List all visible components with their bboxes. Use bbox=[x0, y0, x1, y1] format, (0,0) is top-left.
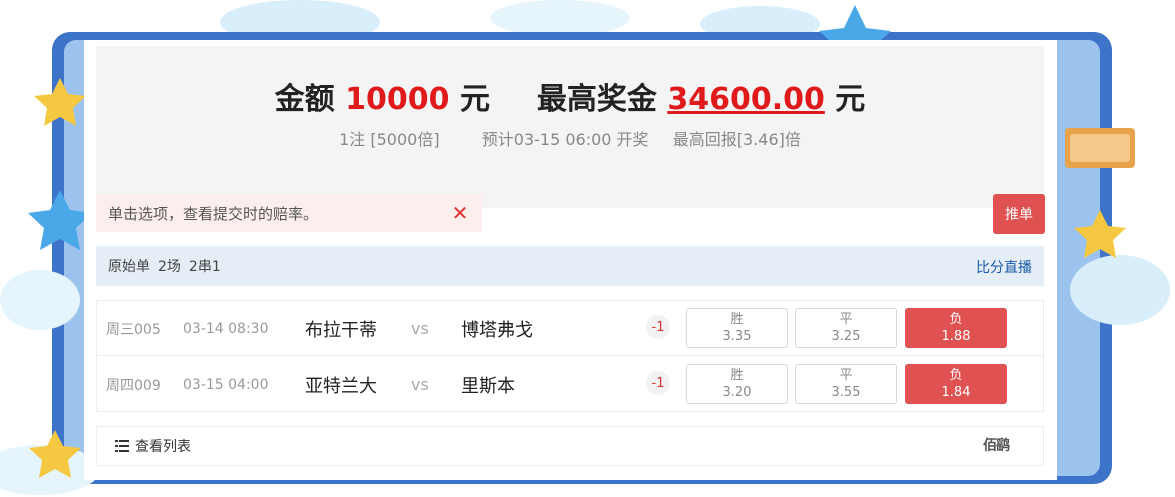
handicap-badge: -1 bbox=[646, 371, 670, 395]
odds-label: 负 bbox=[949, 312, 963, 327]
amount-label: 金额 bbox=[274, 82, 335, 117]
odds-draw-button[interactable]: 平 3.25 bbox=[795, 308, 897, 348]
handicap-badge: -1 bbox=[646, 315, 670, 339]
odds-draw-button[interactable]: 平 3.55 bbox=[795, 364, 897, 404]
max-return: 最高回报[3.46]倍 bbox=[672, 130, 801, 149]
plan-bar: 原始单 2场 2串1 比分直播 bbox=[96, 246, 1044, 286]
max-prize-unit: 元 bbox=[835, 82, 866, 117]
odds-label: 平 bbox=[839, 368, 853, 383]
vs-label: vs bbox=[411, 375, 429, 394]
view-list-link[interactable]: 查看列表 bbox=[135, 436, 191, 456]
odds-label: 平 bbox=[839, 312, 853, 327]
match-week-code: 周三005 bbox=[106, 321, 161, 338]
bet-details: 1注 [5000倍] 预计03-15 06:00 开奖 最高回报[3.46]倍 bbox=[96, 126, 1044, 150]
odds-tip-text: 单击选项，查看提交时的赔率。 bbox=[108, 204, 319, 223]
odds-label: 胜 bbox=[730, 312, 744, 327]
amount-line: 金额 10000 元 最高奖金 34600.00 元 bbox=[96, 74, 1044, 118]
amount-unit: 元 bbox=[459, 82, 490, 117]
odds-label: 胜 bbox=[730, 368, 744, 383]
bet-card: 金额 10000 元 最高奖金 34600.00 元 1注 [5000倍] 预计… bbox=[84, 40, 1057, 480]
table-row: 周三005 03-14 08:30 布拉干蒂 vs 博塔弗戈 -1 胜 3.35… bbox=[97, 301, 1043, 356]
plan-type: 原始单 bbox=[108, 259, 150, 275]
max-prize-value: 34600.00 bbox=[667, 82, 825, 117]
odds-value: 1.84 bbox=[941, 385, 971, 400]
odds-win-button[interactable]: 胜 3.20 bbox=[686, 364, 788, 404]
vs-label: vs bbox=[411, 319, 429, 338]
stamp-logo: 佰鹞 bbox=[983, 438, 1010, 454]
max-prize-label: 最高奖金 bbox=[536, 82, 657, 117]
odds-value: 3.25 bbox=[831, 329, 861, 344]
match-time: 03-14 08:30 bbox=[183, 320, 269, 337]
live-score-link[interactable]: 比分直播 bbox=[976, 257, 1032, 277]
close-icon[interactable]: ✕ bbox=[450, 203, 470, 223]
match-week-code: 周四009 bbox=[106, 377, 161, 394]
home-team: 布拉干蒂 bbox=[305, 319, 377, 341]
push-button[interactable]: 推单 bbox=[993, 194, 1045, 234]
plan-matches: 2场 bbox=[158, 259, 181, 275]
odds-tip: 单击选项，查看提交时的赔率。 ✕ bbox=[96, 194, 482, 232]
odds-value: 3.35 bbox=[722, 329, 752, 344]
odds-value: 3.20 bbox=[722, 385, 752, 400]
odds-lose-button[interactable]: 负 1.88 bbox=[905, 308, 1007, 348]
table-row: 周四009 03-15 04:00 亚特兰大 vs 里斯本 -1 胜 3.20 … bbox=[97, 357, 1043, 412]
bet-count: 1注 [5000倍] bbox=[339, 130, 440, 149]
match-time: 03-15 04:00 bbox=[183, 376, 269, 393]
match-table: 周三005 03-14 08:30 布拉干蒂 vs 博塔弗戈 -1 胜 3.35… bbox=[96, 300, 1044, 412]
odds-value: 3.55 bbox=[831, 385, 861, 400]
odds-lose-button[interactable]: 负 1.84 bbox=[905, 364, 1007, 404]
away-team: 博塔弗戈 bbox=[461, 319, 533, 341]
plan-combo: 2串1 bbox=[188, 259, 221, 275]
expected-draw: 预计03-15 06:00 开奖 bbox=[481, 130, 649, 149]
bet-summary: 金额 10000 元 最高奖金 34600.00 元 1注 [5000倍] 预计… bbox=[96, 46, 1044, 208]
away-team: 里斯本 bbox=[461, 375, 515, 397]
footer-bar: 查看列表 佰鹞 bbox=[96, 426, 1044, 466]
odds-label: 负 bbox=[949, 368, 963, 383]
home-team: 亚特兰大 bbox=[305, 375, 377, 397]
odds-value: 1.88 bbox=[941, 329, 971, 344]
list-icon[interactable] bbox=[115, 440, 129, 452]
amount-value: 10000 bbox=[345, 82, 450, 117]
odds-win-button[interactable]: 胜 3.35 bbox=[686, 308, 788, 348]
